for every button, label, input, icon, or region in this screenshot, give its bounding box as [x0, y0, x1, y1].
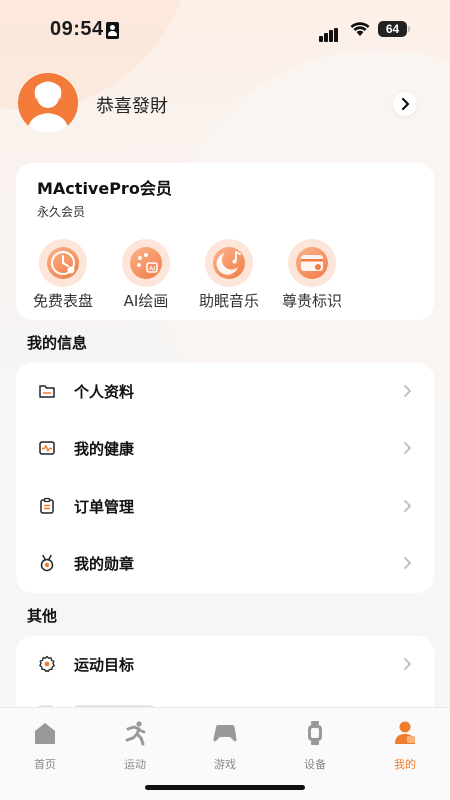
folder-icon	[39, 385, 55, 398]
sleep-music-icon	[205, 239, 253, 287]
perk-label: 助眠音乐	[198, 292, 259, 310]
svg-text:AI: AI	[149, 267, 155, 273]
clipboard-icon	[40, 497, 54, 514]
tab-mine[interactable]: 我的	[360, 720, 450, 772]
section-title-my-info: 我的信息	[27, 334, 88, 352]
perk-vip-badge[interactable]: 尊贵标识	[267, 239, 357, 311]
ai-palette-icon: AI	[122, 239, 170, 287]
wifi-icon	[350, 22, 370, 36]
list-item-label: 运动目标	[74, 656, 135, 674]
running-icon	[125, 721, 146, 746]
list-item-health[interactable]: 我的健康	[16, 420, 434, 477]
my-info-card: 个人资料 我的健康 订单管理 我的勋章	[16, 363, 434, 593]
status-time: 09:54	[50, 18, 104, 40]
person-icon	[106, 22, 119, 39]
list-item-profile[interactable]: 个人资料	[16, 363, 434, 420]
list-item-orders[interactable]: 订单管理	[16, 478, 434, 535]
perk-label: 免费表盘	[32, 292, 93, 310]
list-item-sport-goal[interactable]: 运动目标	[16, 636, 434, 693]
gear-icon	[39, 655, 55, 673]
medal-icon	[40, 554, 54, 572]
list-item-label: 我的健康	[74, 440, 135, 458]
membership-card[interactable]: MActivePro会员 永久会员 免费表盘 AI AI绘画 助眠音乐 尊贵标识	[16, 163, 434, 320]
chevron-right-icon	[404, 500, 411, 512]
perk-free-watch-faces[interactable]: 免费表盘	[18, 239, 108, 311]
vip-badge-icon	[288, 239, 336, 287]
battery-tip	[408, 26, 410, 32]
battery-indicator: 64	[378, 21, 407, 37]
home-indicator[interactable]	[145, 785, 305, 790]
profile-chevron-right-icon[interactable]	[393, 92, 417, 116]
list-item-label: 我的勋章	[74, 555, 135, 573]
perk-label: 尊贵标识	[281, 292, 342, 310]
user-silhouette-icon	[27, 81, 69, 133]
chevron-right-icon	[404, 385, 411, 397]
chevron-right-icon	[404, 442, 411, 454]
watch-face-icon	[39, 239, 87, 287]
status-bar: 09:54 64	[0, 0, 450, 58]
list-item-label: 订单管理	[74, 498, 135, 516]
tab-sport[interactable]: 运动	[90, 720, 180, 772]
tab-home[interactable]: 首页	[0, 720, 90, 772]
chevron-right-icon	[404, 557, 411, 569]
chevron-right-icon	[404, 658, 411, 670]
section-title-other: 其他	[27, 607, 58, 625]
perk-ai-painting[interactable]: AI AI绘画	[101, 239, 191, 311]
tab-device[interactable]: 设备	[270, 720, 360, 772]
membership-subtitle: 永久会员	[37, 205, 86, 219]
perk-label: AI绘画	[123, 292, 169, 310]
list-item-medals[interactable]: 我的勋章	[16, 535, 434, 592]
gamepad-icon	[213, 725, 237, 742]
profile-icon	[395, 721, 415, 744]
perk-sleep-music[interactable]: 助眠音乐	[184, 239, 274, 311]
tab-label: 我的	[394, 758, 416, 771]
username[interactable]: 恭喜發財	[96, 92, 168, 118]
tab-label: 首页	[34, 758, 56, 771]
tab-label: 设备	[304, 758, 326, 771]
avatar[interactable]	[18, 73, 78, 133]
signal-icon	[319, 23, 339, 42]
tab-game[interactable]: 游戏	[180, 720, 270, 772]
membership-title: MActivePro会员	[37, 179, 172, 198]
tab-label: 运动	[124, 758, 146, 771]
watch-icon	[308, 721, 322, 745]
heart-rate-icon	[39, 441, 55, 455]
tab-label: 游戏	[214, 758, 236, 771]
list-item-label: 个人资料	[74, 383, 135, 401]
home-icon	[35, 723, 55, 744]
